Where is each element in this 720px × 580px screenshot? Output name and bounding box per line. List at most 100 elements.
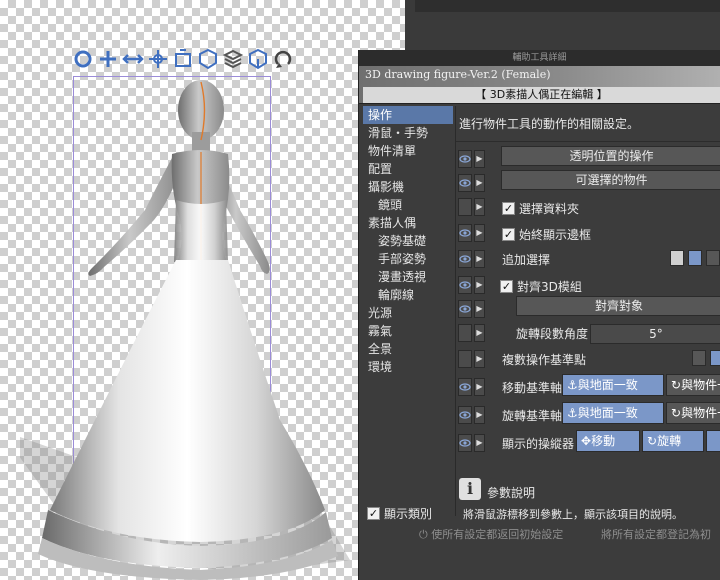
align-target-button[interactable]: 對齊對象: [516, 296, 720, 316]
row-selectable: ▶ 可選擇的物件: [456, 170, 720, 196]
move-object-icon[interactable]: [172, 48, 194, 70]
parameter-help-title: 參數說明: [487, 486, 536, 500]
visibility-eye-icon[interactable]: [458, 300, 472, 318]
category-item[interactable]: 光源: [363, 304, 453, 322]
expand-arrow-icon[interactable]: ▶: [474, 406, 485, 424]
show-category-label: 顯示類別: [384, 507, 433, 521]
expand-arrow-icon[interactable]: ▶: [474, 150, 485, 168]
parameter-help-text: 將滑鼠游標移到參數上，顯示該項目的說明。: [463, 508, 683, 521]
selectable-objects-button[interactable]: 可選擇的物件: [501, 170, 720, 190]
dialog-title[interactable]: 輔助工具詳細: [359, 50, 720, 66]
row-manipulator: ▶ 顯示的操縱器 ✥移動 ↻旋轉: [456, 430, 720, 456]
row-align-3d: ▶ ✓ 對齊3D模組: [456, 272, 720, 298]
expand-arrow-icon[interactable]: ▶: [474, 174, 485, 192]
category-item[interactable]: 輪廓線: [363, 286, 453, 304]
move-ground-align-button[interactable]: ⚓與地面一致: [562, 374, 664, 396]
info-icon: i: [459, 478, 481, 500]
select-add-icon[interactable]: [688, 250, 702, 266]
row-move-axis: ▶ 移動基準軸 ⚓與地面一致 ↻與物件一: [456, 374, 720, 400]
expand-arrow-icon[interactable]: ▶: [474, 224, 485, 242]
move-gizmo-icon[interactable]: [72, 48, 94, 70]
row-always-border: ▶ ✓ 始終顯示邊框: [456, 220, 720, 246]
select-subtract-icon[interactable]: [706, 250, 720, 266]
expand-arrow-icon[interactable]: ▶: [474, 276, 485, 294]
visibility-eye-icon[interactable]: [458, 406, 472, 424]
move-object-align-button[interactable]: ↻與物件一: [666, 374, 720, 396]
category-item[interactable]: 素描人偶: [363, 214, 453, 232]
visibility-eye-off[interactable]: [458, 350, 472, 368]
category-item[interactable]: 物件清單: [363, 142, 453, 160]
rotate-ground-align-button[interactable]: ⚓與地面一致: [562, 402, 664, 424]
manipulator-move-button[interactable]: ✥移動: [576, 430, 640, 452]
move-axis-label: 移動基準軸: [502, 381, 563, 395]
rotate-object-align-button[interactable]: ↻與物件一: [666, 402, 720, 424]
rotate-object-icon[interactable]: [147, 48, 169, 70]
category-item[interactable]: 環境: [363, 358, 453, 376]
category-item[interactable]: 配置: [363, 160, 453, 178]
move-object-3d-icon[interactable]: [222, 48, 244, 70]
pan-icon[interactable]: [97, 48, 119, 70]
visibility-eye-icon[interactable]: [458, 434, 472, 452]
rotate-step-input[interactable]: 5°: [590, 324, 720, 344]
category-item[interactable]: 漫畫透視: [363, 268, 453, 286]
row-select-folder: ▶ ✓ 選擇資料夾: [456, 194, 720, 220]
row-rotate-step: ▶ 旋轉段數角度 5°: [456, 320, 720, 346]
manipulator-rotate-button[interactable]: ↻旋轉: [642, 430, 704, 452]
expand-arrow-icon[interactable]: ▶: [474, 434, 485, 452]
category-item[interactable]: 全景: [363, 340, 453, 358]
row-multi-base: ▶ 複數操作基準點: [456, 346, 720, 372]
select-new-icon[interactable]: [670, 250, 684, 266]
row-rotate-axis: ▶ 旋轉基準軸 ⚓與地面一致 ↻與物件一: [456, 402, 720, 428]
show-category-toggle[interactable]: ✓ 顯示類別: [367, 505, 432, 522]
row-align-target: ▶ 對齊對象: [456, 296, 720, 322]
visibility-eye-icon[interactable]: [458, 224, 472, 242]
visibility-eye-icon[interactable]: [458, 378, 472, 396]
rotate-object-3d-icon[interactable]: [197, 48, 219, 70]
register-defaults-button[interactable]: 將所有設定都登記為初: [601, 526, 711, 542]
visibility-eye-icon[interactable]: [458, 250, 472, 268]
visibility-eye-off[interactable]: [458, 324, 472, 342]
3d-drawing-figure[interactable]: [20, 70, 350, 580]
show-category-checkbox[interactable]: ✓: [367, 507, 380, 520]
tool-property-dialog: 輔助工具詳細 3D drawing figure-Ver.2 (Female) …: [358, 50, 720, 580]
category-item[interactable]: 滑鼠・手勢: [363, 124, 453, 142]
category-list: 操作 滑鼠・手勢 物件清單 配置 攝影機 鏡頭 素描人偶 姿勢基礎 手部姿勢 漫畫透視 輪廓線 光源霧…: [363, 106, 453, 526]
rotate-ground-icon[interactable]: [247, 48, 269, 70]
expand-arrow-icon[interactable]: ▶: [474, 350, 485, 368]
always-border-option[interactable]: ✓ 始終顯示邊框: [502, 226, 591, 243]
category-item[interactable]: 操作: [363, 106, 453, 124]
reset-all-button[interactable]: ⏻ 使所有設定都返回初始設定: [419, 526, 563, 542]
select-folder-option[interactable]: ✓ 選擇資料夾: [502, 200, 579, 217]
expand-arrow-icon[interactable]: ▶: [474, 378, 485, 396]
rotate-axis-label: 旋轉基準軸: [502, 409, 563, 423]
transparent-position-button[interactable]: 透明位置的操作: [501, 146, 720, 166]
expand-arrow-icon[interactable]: ▶: [474, 300, 485, 318]
visibility-eye-icon[interactable]: [458, 276, 472, 294]
category-item[interactable]: 攝影機: [363, 178, 453, 196]
expand-arrow-icon[interactable]: ▶: [474, 250, 485, 268]
category-item[interactable]: 手部姿勢: [363, 250, 453, 268]
category-item[interactable]: 霧氣: [363, 322, 453, 340]
rotate-camera-icon[interactable]: [272, 48, 294, 70]
row-transparent: ▶ 透明位置的操作: [456, 146, 720, 172]
expand-arrow-icon[interactable]: ▶: [474, 324, 485, 342]
canvas-area[interactable]: [0, 0, 405, 580]
visibility-eye-icon[interactable]: [458, 150, 472, 168]
align-3d-option[interactable]: ✓ 對齊3D模組: [500, 278, 582, 295]
visibility-eye-icon[interactable]: [458, 174, 472, 192]
dialog-footer: ⏻ 使所有設定都返回初始設定 將所有設定都登記為初: [415, 522, 720, 544]
expand-arrow-icon[interactable]: ▶: [474, 198, 485, 216]
status-bar: 【 3D素描人偶正在編輯 】: [363, 87, 720, 103]
manipulator-label: 顯示的操縱器: [502, 437, 575, 451]
category-description: 進行物件工具的動作的相關設定。: [456, 106, 720, 142]
category-item[interactable]: 鏡頭: [363, 196, 453, 214]
manipulator-toolbar: [72, 48, 294, 70]
add-select-label: 追加選擇: [502, 253, 551, 267]
visibility-eye-off[interactable]: [458, 198, 472, 216]
move-along-axis-icon[interactable]: [122, 48, 144, 70]
manipulator-scale-button[interactable]: [706, 430, 720, 452]
base-point-center-icon[interactable]: [710, 350, 720, 366]
base-point-icon[interactable]: [692, 350, 706, 366]
settings-panel: 進行物件工具的動作的相關設定。 ▶ 透明位置的操作 ▶ 可選擇的物件 ▶ ✓ 選擇…: [455, 106, 720, 516]
category-item[interactable]: 姿勢基礎: [363, 232, 453, 250]
